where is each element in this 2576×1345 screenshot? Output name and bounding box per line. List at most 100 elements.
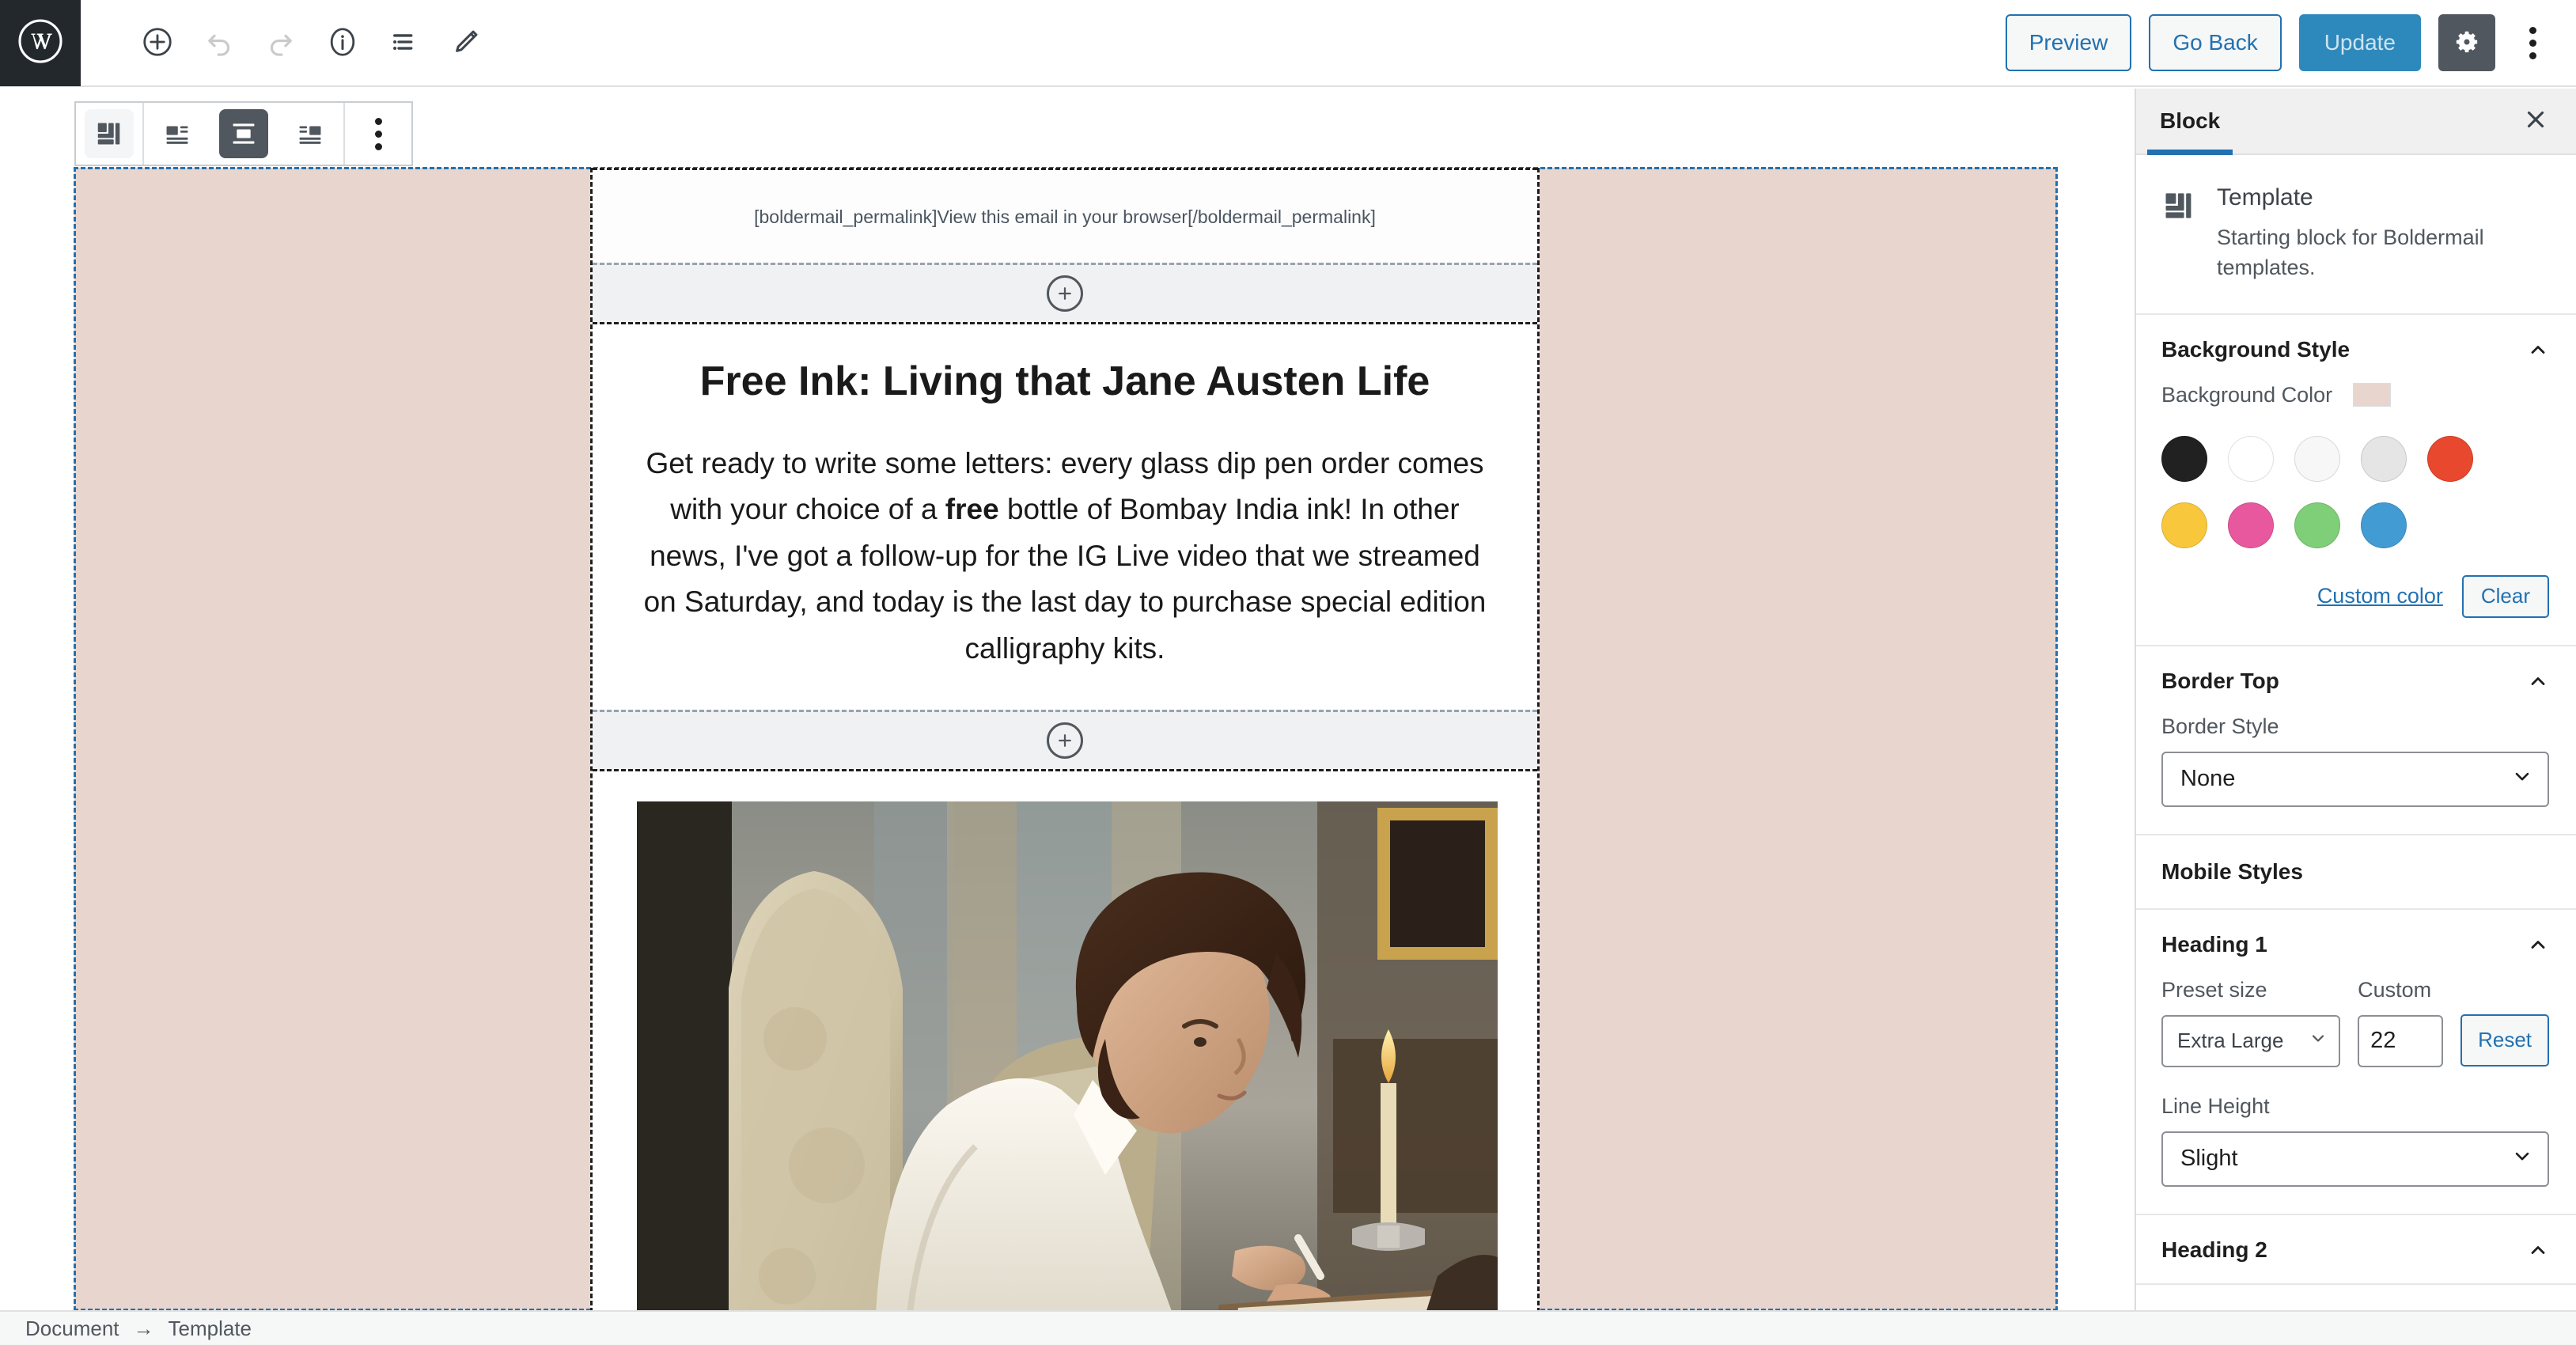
panel-border-top-body: Border Style None <box>2136 714 2576 834</box>
redo-arrow-icon <box>264 25 297 61</box>
preview-button[interactable]: Preview <box>2005 14 2132 71</box>
clear-color-button[interactable]: Clear <box>2461 574 2549 618</box>
chevron-up-icon <box>2527 1239 2549 1261</box>
preset-size-group: Preset size Extra Large <box>2161 977 2341 1067</box>
panel-border-top-header[interactable]: Border Top <box>2136 646 2576 714</box>
panel-background-style-header[interactable]: Background Style <box>2136 315 2576 383</box>
color-swatch-pink[interactable] <box>2228 502 2274 548</box>
wordpress-logo-button[interactable] <box>0 0 81 86</box>
block-inserter-1[interactable] <box>593 263 1537 324</box>
list-view-button[interactable] <box>373 12 435 74</box>
preset-size-value: Extra Large <box>2177 1029 2284 1053</box>
block-options-button[interactable] <box>345 103 411 165</box>
reset-size-button[interactable]: Reset <box>2460 1013 2549 1067</box>
gear-icon <box>2451 26 2483 60</box>
block-inserter-2[interactable] <box>593 710 1537 772</box>
panel-heading-1-body: Preset size Extra Large Custom Reset <box>2136 978 2576 1214</box>
color-swatch-black[interactable] <box>2161 435 2207 482</box>
color-swatch-red-orange[interactable] <box>2427 435 2473 482</box>
color-swatch-green[interactable] <box>2294 502 2340 548</box>
plus-icon <box>1047 275 1083 312</box>
color-swatch-off-white[interactable] <box>2294 435 2340 482</box>
block-toolbar <box>74 101 413 166</box>
custom-size-input[interactable] <box>2358 1014 2444 1067</box>
breadcrumb-status-bar: Document → Template <box>0 1310 2576 1345</box>
color-swatch-white[interactable] <box>2228 435 2274 482</box>
custom-size-group: Custom <box>2358 977 2444 1067</box>
panel-background-style-body: Background Color Custom color Clear <box>2136 383 2576 645</box>
list-view-icon <box>388 25 421 61</box>
chevron-down-icon <box>2511 765 2533 794</box>
color-palette <box>2161 435 2510 548</box>
tab-block[interactable]: Block <box>2146 89 2233 155</box>
header-tool-group <box>127 12 497 74</box>
template-block-wrapper[interactable]: [boldermail_permalink]View this email in… <box>74 167 2058 1310</box>
panel-heading-2-header[interactable]: Heading 2 <box>2136 1215 2576 1283</box>
info-circle-icon <box>326 25 359 61</box>
text-content-block[interactable]: Free Ink: Living that Jane Austen Life G… <box>593 324 1537 710</box>
toolbar-more-group <box>345 103 411 165</box>
border-style-select[interactable]: None <box>2161 751 2549 807</box>
breadcrumb-template[interactable]: Template <box>169 1317 252 1341</box>
border-style-label: Border Style <box>2161 714 2279 738</box>
email-heading[interactable]: Free Ink: Living that Jane Austen Life <box>637 356 1493 407</box>
block-info-title: Template <box>2217 184 2313 210</box>
close-sidebar-button[interactable] <box>2522 106 2549 137</box>
email-image[interactable] <box>637 801 1498 1310</box>
editor-header: Preview Go Back Update <box>0 0 2576 87</box>
line-height-select[interactable]: Slight <box>2161 1131 2549 1187</box>
color-swatch-yellow[interactable] <box>2161 502 2207 548</box>
update-button[interactable]: Update <box>2298 14 2421 71</box>
edit-button[interactable] <box>435 12 497 74</box>
template-block-icon <box>2161 188 2196 283</box>
preset-size-select[interactable]: Extra Large <box>2161 1014 2341 1067</box>
close-icon <box>2522 106 2549 137</box>
template-block-icon <box>85 109 134 158</box>
panel-heading-1-header[interactable]: Heading 1 <box>2136 910 2576 978</box>
preset-size-label: Preset size <box>2161 977 2267 1002</box>
email-content-column: [boldermail_permalink]View this email in… <box>590 168 1540 1310</box>
email-paragraph[interactable]: Get ready to write some letters: every g… <box>637 441 1493 672</box>
custom-size-label: Custom <box>2358 977 2432 1002</box>
block-type-button[interactable] <box>76 103 142 165</box>
reset-group: Reset <box>2460 1013 2549 1067</box>
pencil-icon <box>449 25 483 61</box>
panel-mobile-styles[interactable]: Mobile Styles <box>2136 835 2576 910</box>
align-left-button[interactable] <box>144 103 210 165</box>
editor-canvas: [boldermail_permalink]View this email in… <box>0 89 2135 1310</box>
go-back-button[interactable]: Go Back <box>2149 14 2282 71</box>
color-actions-row: Custom color Clear <box>2161 574 2549 618</box>
panel-border-top: Border Top Border Style None <box>2136 646 2576 835</box>
permalink-block[interactable]: [boldermail_permalink]View this email in… <box>593 168 1537 263</box>
background-color-label: Background Color <box>2161 382 2333 407</box>
breadcrumb-document[interactable]: Document <box>25 1317 119 1341</box>
align-right-icon <box>286 109 335 158</box>
undo-button[interactable] <box>188 12 250 74</box>
color-swatch-blue[interactable] <box>2361 502 2407 548</box>
paragraph-bold-word: free <box>945 493 999 526</box>
image-block[interactable] <box>593 771 1537 1310</box>
align-center-button[interactable] <box>210 103 277 165</box>
line-height-group: Line Height Slight <box>2161 1094 2549 1187</box>
custom-color-link[interactable]: Custom color <box>2317 584 2443 608</box>
align-center-icon <box>219 109 268 158</box>
details-button[interactable] <box>312 12 373 74</box>
chevron-up-icon <box>2527 339 2549 361</box>
undo-arrow-icon <box>203 25 236 61</box>
block-info-description: Starting block for Boldermail templates. <box>2217 225 2484 280</box>
panel-border-top-title: Border Top <box>2161 668 2279 693</box>
panel-heading-2: Heading 2 <box>2136 1215 2576 1285</box>
block-info-card: Template Starting block for Boldermail t… <box>2136 155 2576 315</box>
redo-button[interactable] <box>250 12 312 74</box>
more-options-button[interactable] <box>2513 14 2552 71</box>
add-block-button[interactable] <box>127 12 188 74</box>
background-color-current-swatch[interactable] <box>2353 383 2392 407</box>
chevron-down-icon <box>2309 1029 2328 1053</box>
block-type-group <box>76 103 142 165</box>
align-right-button[interactable] <box>277 103 343 165</box>
panel-heading-1: Heading 1 Preset size Extra Large Custom… <box>2136 910 2576 1215</box>
color-swatch-light-gray[interactable] <box>2361 435 2407 482</box>
wordpress-logo-icon <box>17 17 64 69</box>
panel-background-style-title: Background Style <box>2161 336 2351 362</box>
settings-button[interactable] <box>2438 14 2495 71</box>
